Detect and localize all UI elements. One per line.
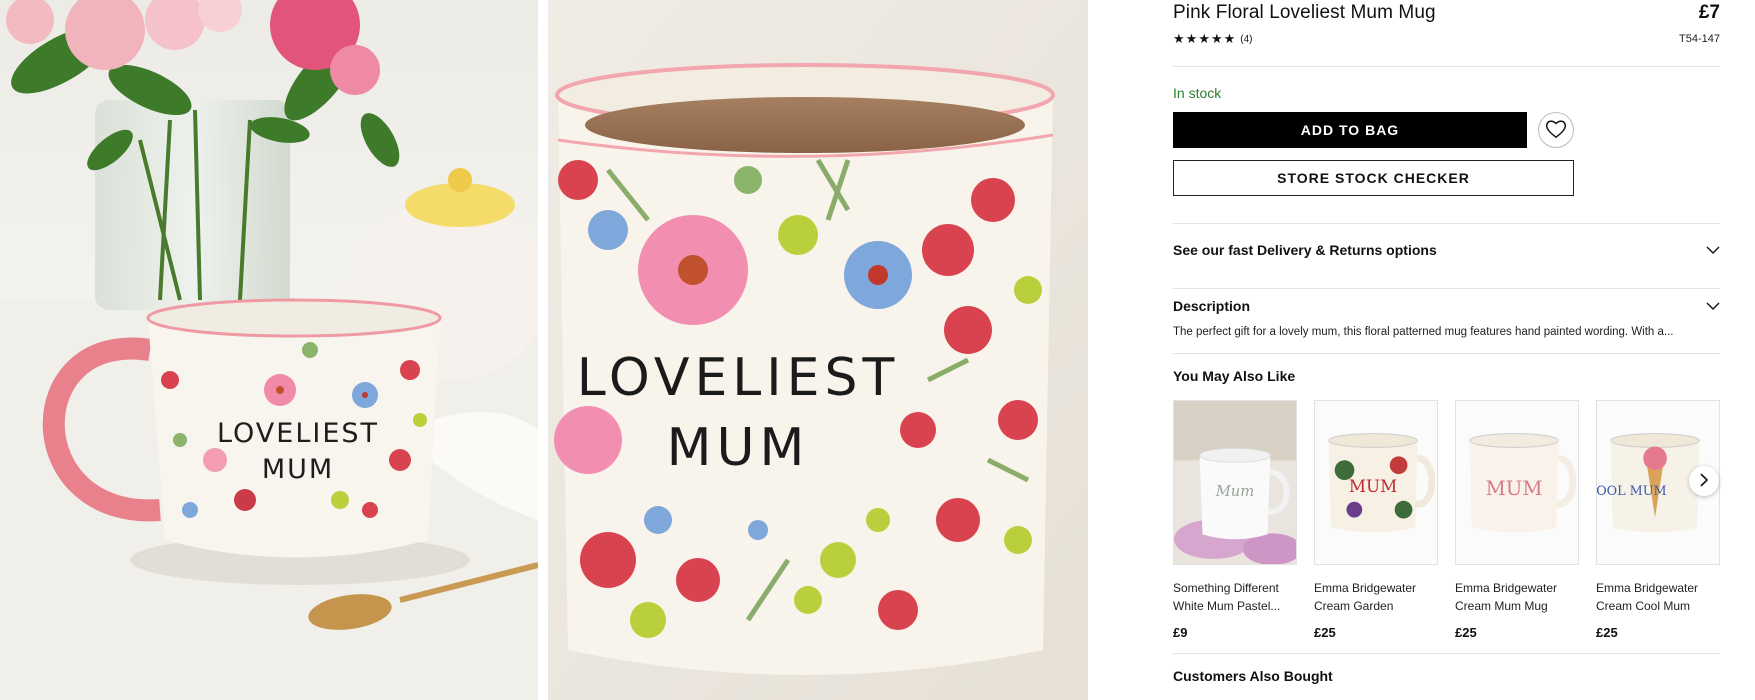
closeup-wording-line1: LOVELIEST bbox=[577, 348, 900, 408]
heart-icon bbox=[1545, 119, 1567, 142]
product-sku: T54-147 bbox=[1679, 33, 1720, 45]
delivery-returns-accordion[interactable]: See our fast Delivery & Returns options bbox=[1173, 242, 1720, 258]
description-accordion[interactable]: Description bbox=[1173, 298, 1720, 314]
product-info-panel: Pink Floral Loveliest Mum Mug £7 ★ ★ ★ ★… bbox=[1173, 0, 1720, 700]
recommendation-image: Mum bbox=[1173, 400, 1297, 565]
customers-also-bought-title: Customers Also Bought bbox=[1173, 668, 1333, 684]
add-to-bag-button[interactable]: ADD TO BAG bbox=[1173, 112, 1527, 148]
chevron-down-icon bbox=[1706, 299, 1720, 313]
star-icon: ★ bbox=[1185, 31, 1198, 46]
review-count[interactable]: (4) bbox=[1240, 34, 1252, 45]
card-image-text: COOL MUM bbox=[1597, 484, 1667, 499]
card-image-text: MUM bbox=[1486, 477, 1543, 500]
recommendation-name: Emma Bridgewater Cream Garden Flower... bbox=[1314, 581, 1417, 613]
recommendation-card[interactable]: MUM Emma Bridgewater Cream Mum Mug £25 bbox=[1455, 400, 1579, 640]
divider bbox=[1173, 353, 1720, 354]
card-image-text: Mum bbox=[1215, 483, 1255, 500]
store-stock-checker-button[interactable]: STORE STOCK CHECKER bbox=[1173, 160, 1574, 196]
recommendations-carousel: Mum Something Different White Mum Pastel… bbox=[1173, 400, 1720, 640]
recommendation-card[interactable]: COOL MUM Emma Bridgewater Cream Cool Mum… bbox=[1596, 400, 1720, 640]
product-title: Pink Floral Loveliest Mum Mug bbox=[1173, 2, 1436, 23]
description-label: Description bbox=[1173, 298, 1251, 314]
mug-wording-line2: MUM bbox=[262, 454, 334, 485]
card-image-text: MUM bbox=[1349, 476, 1397, 496]
recommendation-image: MUM bbox=[1455, 400, 1579, 565]
description-text: The perfect gift for a lovely mum, this … bbox=[1173, 326, 1674, 338]
closeup-wording-line2: MUM bbox=[667, 418, 810, 478]
star-rating[interactable]: ★ ★ ★ ★ ★ (4) bbox=[1173, 32, 1253, 46]
you-may-also-like-title: You May Also Like bbox=[1173, 368, 1296, 384]
product-price: £7 bbox=[1698, 2, 1720, 23]
divider bbox=[1173, 66, 1720, 67]
recommendation-name: Something Different White Mum Pastel... bbox=[1173, 581, 1281, 613]
recommendation-price: £25 bbox=[1596, 625, 1618, 640]
chevron-right-icon bbox=[1699, 472, 1709, 490]
product-image-closeup[interactable]: LOVELIEST MUM bbox=[548, 0, 1088, 700]
divider bbox=[1173, 653, 1720, 654]
recommendation-price: £25 bbox=[1455, 625, 1477, 640]
rating-row: ★ ★ ★ ★ ★ (4) T54-147 bbox=[1173, 32, 1720, 46]
recommendation-image: MUM bbox=[1314, 400, 1438, 565]
star-icon: ★ bbox=[1173, 31, 1185, 46]
recommendation-price: £9 bbox=[1173, 625, 1188, 640]
star-icon: ★ bbox=[1223, 31, 1236, 46]
title-row: Pink Floral Loveliest Mum Mug £7 bbox=[1173, 2, 1720, 24]
recommendation-card[interactable]: MUM Emma Bridgewater Cream Garden Flower… bbox=[1314, 400, 1438, 640]
chevron-down-icon bbox=[1706, 243, 1720, 257]
star-icon: ★ bbox=[1210, 31, 1223, 46]
recommendation-name: Emma Bridgewater Cream Cool Mum 1/2... bbox=[1596, 581, 1699, 613]
product-gallery: LOVELIEST MUM LOVELIEST MUM bbox=[0, 0, 1088, 700]
recommendation-name: Emma Bridgewater Cream Mum Mug bbox=[1455, 581, 1558, 613]
product-image-lifestyle[interactable]: LOVELIEST MUM bbox=[0, 0, 538, 700]
recommendation-card[interactable]: Mum Something Different White Mum Pastel… bbox=[1173, 400, 1297, 640]
stock-status: In stock bbox=[1173, 85, 1222, 101]
mug-wording-line1: LOVELIEST bbox=[217, 418, 379, 449]
favourite-button[interactable] bbox=[1538, 112, 1574, 148]
carousel-next-button[interactable] bbox=[1689, 466, 1719, 496]
divider bbox=[1173, 223, 1720, 224]
delivery-returns-label: See our fast Delivery & Returns options bbox=[1173, 242, 1437, 258]
recommendation-price: £25 bbox=[1314, 625, 1336, 640]
divider bbox=[1173, 288, 1720, 289]
star-icon: ★ bbox=[1198, 31, 1210, 46]
